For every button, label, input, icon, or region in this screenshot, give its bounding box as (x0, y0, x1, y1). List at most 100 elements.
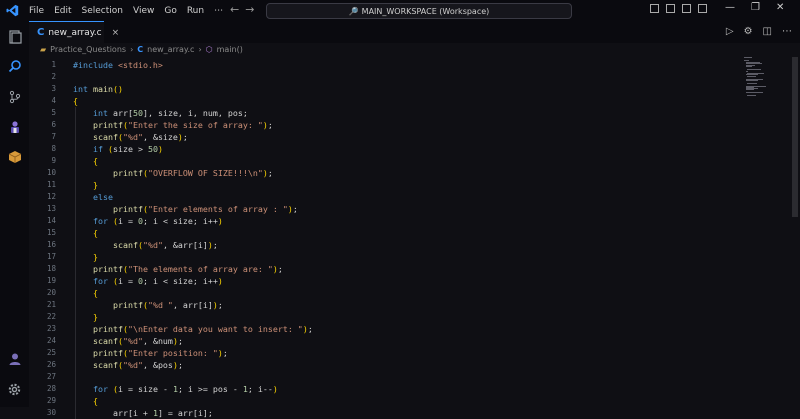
code-text: } (92, 312, 98, 322)
code-line[interactable]: 19 for (i = 0; i < size; i++) (29, 275, 769, 287)
code-line[interactable]: 27 (29, 371, 769, 383)
code-line[interactable]: 15 { (29, 227, 769, 239)
minimap-line (747, 76, 756, 78)
package-icon[interactable] (7, 149, 22, 164)
line-number: 26 (46, 360, 56, 369)
settings-gear-icon[interactable] (7, 382, 22, 397)
customize-layout-icon[interactable] (698, 4, 707, 13)
code-line[interactable]: 21 printf("%d ", arr[i]); (29, 299, 769, 311)
code-line[interactable]: 23 printf("\nEnter data you want to inse… (29, 323, 769, 335)
code-line[interactable]: 2 (29, 71, 769, 83)
code-line[interactable]: 26 scanf("%d", &pos); (29, 359, 769, 371)
breadcrumb-symbol[interactable]: main() (217, 45, 243, 54)
code-text: arr[i + 1] = arr[i]; (73, 408, 213, 418)
settings-icon[interactable]: ⚙ (744, 26, 753, 37)
minimap-line (746, 73, 758, 75)
line-number: 3 (51, 84, 56, 93)
command-center-search[interactable]: 🔎 MAIN_WORKSPACE (Workspace) (266, 3, 572, 19)
line-number: 2 (51, 72, 56, 81)
code-text: printf("Enter the size of array: "); (92, 120, 273, 130)
code-line[interactable]: 28 for (i = size - 1; i >= pos - 1; i--) (29, 383, 769, 395)
code-line[interactable]: 6 printf("Enter the size of array: "); (29, 119, 769, 131)
code-line[interactable]: 3 int main() (29, 83, 769, 95)
toggle-secondary-sidebar-icon[interactable] (682, 4, 691, 13)
breadcrumb-folder[interactable]: Practice_Questions (50, 45, 126, 54)
code-line[interactable]: 1 #include <stdio.h> (29, 59, 769, 71)
split-editor-icon[interactable]: ◫ (763, 26, 772, 37)
workspace-icon: 🔎 (348, 6, 359, 16)
account-icon[interactable] (7, 351, 22, 366)
breadcrumb-file[interactable]: new_array.c (147, 45, 194, 54)
toggle-panel-icon[interactable] (666, 4, 675, 13)
code-line[interactable]: 16 scanf("%d", &arr[i]); (29, 239, 769, 251)
code-line[interactable]: 30 arr[i + 1] = arr[i]; (29, 407, 769, 419)
code-text: } (92, 252, 98, 262)
run-icon[interactable]: ▷ (726, 26, 734, 37)
line-number: 11 (46, 180, 56, 189)
minimap-line (744, 59, 749, 61)
minimap[interactable] (744, 57, 774, 97)
scrollbar-thumb[interactable] (792, 57, 798, 217)
code-line[interactable]: 18 printf("The elements of array are: ")… (29, 263, 769, 275)
close-tab-icon[interactable]: × (112, 28, 120, 38)
line-number: 27 (46, 372, 56, 381)
code-line[interactable]: 5 int arr[50], size, i, num, pos; (29, 107, 769, 119)
code-line[interactable]: 24 scanf("%d", &num); (29, 335, 769, 347)
minimize-icon[interactable]: — (725, 2, 735, 13)
code-text: scanf("%d", &num); (92, 336, 183, 346)
line-number: 15 (46, 228, 56, 237)
code-line[interactable]: 11 } (29, 179, 769, 191)
code-text: for (i = 0; i < size; i++) (92, 216, 223, 226)
line-number: 5 (51, 108, 56, 117)
code-text: printf("Enter elements of array : "); (112, 204, 298, 214)
code-line[interactable]: 29 { (29, 395, 769, 407)
tab-label: new_array.c (48, 27, 102, 38)
code-text: } (92, 180, 98, 190)
more-actions-icon[interactable]: ⋯ (782, 26, 792, 37)
tab-new-array-c[interactable]: C new_array.c × (29, 21, 119, 43)
minimap-line (747, 68, 761, 70)
line-number: 18 (46, 264, 56, 273)
code-line[interactable]: 12 else (29, 191, 769, 203)
menu-more[interactable]: ⋯ (209, 6, 228, 16)
menu-view[interactable]: View (128, 6, 159, 16)
line-number: 1 (51, 60, 56, 69)
code-line[interactable]: 20 { (29, 287, 769, 299)
code-line[interactable]: 9 { (29, 155, 769, 167)
vertical-scrollbar[interactable] (790, 57, 800, 407)
code-line[interactable]: 17 } (29, 251, 769, 263)
maximize-icon[interactable]: ❐ (751, 2, 760, 13)
menu-selection[interactable]: Selection (77, 6, 128, 16)
menu-file[interactable]: File (24, 6, 49, 16)
search-label: MAIN_WORKSPACE (Workspace) (361, 6, 490, 16)
code-line[interactable]: 13 printf("Enter elements of array : "); (29, 203, 769, 215)
source-control-icon[interactable] (7, 89, 22, 104)
code-text: int main() (73, 84, 123, 94)
code-line[interactable]: 4{ (29, 95, 769, 107)
code-line[interactable]: 22 } (29, 311, 769, 323)
vscode-logo-icon (0, 0, 24, 21)
code-line[interactable]: 25 printf("Enter position: "); (29, 347, 769, 359)
code-line[interactable]: 10 printf("OVERFLOW OF SIZE!!!\n"); (29, 167, 769, 179)
menu-go[interactable]: Go (159, 6, 181, 16)
extensions-icon[interactable] (7, 119, 22, 134)
code-line[interactable]: 8 if (size > 50) (29, 143, 769, 155)
code-text: { (92, 288, 98, 298)
toggle-sidebar-icon[interactable] (650, 4, 659, 13)
search-icon[interactable] (7, 58, 22, 73)
close-icon[interactable]: ✕ (776, 2, 784, 13)
code-text: scanf("%d", &size); (92, 132, 188, 142)
explorer-icon[interactable] (7, 29, 22, 44)
code-editor[interactable]: 1 #include <stdio.h> 2 3 int main() 4{5 int a… (29, 57, 769, 419)
menu-edit[interactable]: Edit (49, 6, 76, 16)
code-text: { (92, 396, 98, 406)
back-arrow-icon[interactable]: ← (230, 3, 239, 16)
menu-run[interactable]: Run (182, 6, 209, 16)
code-text: if (size > 50) (92, 144, 163, 154)
line-number: 17 (46, 252, 56, 261)
code-line[interactable]: 14 for (i = 0; i < size; i++) (29, 215, 769, 227)
code-text: printf("Enter position: "); (92, 348, 228, 358)
line-number: 4 (51, 96, 56, 105)
code-line[interactable]: 7 scanf("%d", &size); (29, 131, 769, 143)
forward-arrow-icon[interactable]: → (245, 3, 254, 16)
